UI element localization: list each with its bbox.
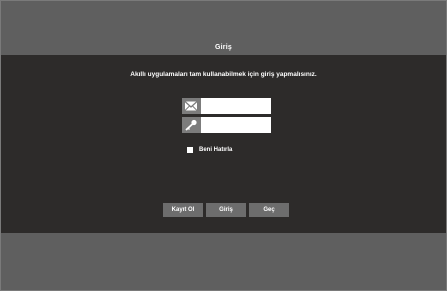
- email-field-row: [182, 98, 271, 114]
- email-input[interactable]: [201, 98, 271, 114]
- key-icon: [182, 117, 207, 133]
- login-screen: Giriş Akıllı uygulamaları tam kullanabil…: [0, 0, 447, 291]
- remember-me-label: Beni Hatırla: [199, 147, 233, 153]
- login-button[interactable]: Giriş: [206, 203, 246, 217]
- dialog-title: Giriş: [215, 44, 232, 51]
- envelope-icon: [182, 98, 207, 114]
- footer-band: [1, 233, 446, 290]
- header-band: Giriş: [1, 1, 446, 55]
- password-input[interactable]: [201, 117, 271, 133]
- register-button[interactable]: Kayıt Ol: [163, 203, 203, 217]
- remember-me-option[interactable]: Beni Hatırla: [187, 146, 232, 154]
- remember-me-checkbox[interactable]: [187, 147, 193, 153]
- password-field-row: [182, 117, 271, 133]
- skip-button[interactable]: Geç: [249, 203, 289, 217]
- login-message: Akıllı uygulamaları tam kullanabilmek iç…: [130, 71, 317, 78]
- login-panel: Akıllı uygulamaları tam kullanabilmek iç…: [1, 55, 446, 233]
